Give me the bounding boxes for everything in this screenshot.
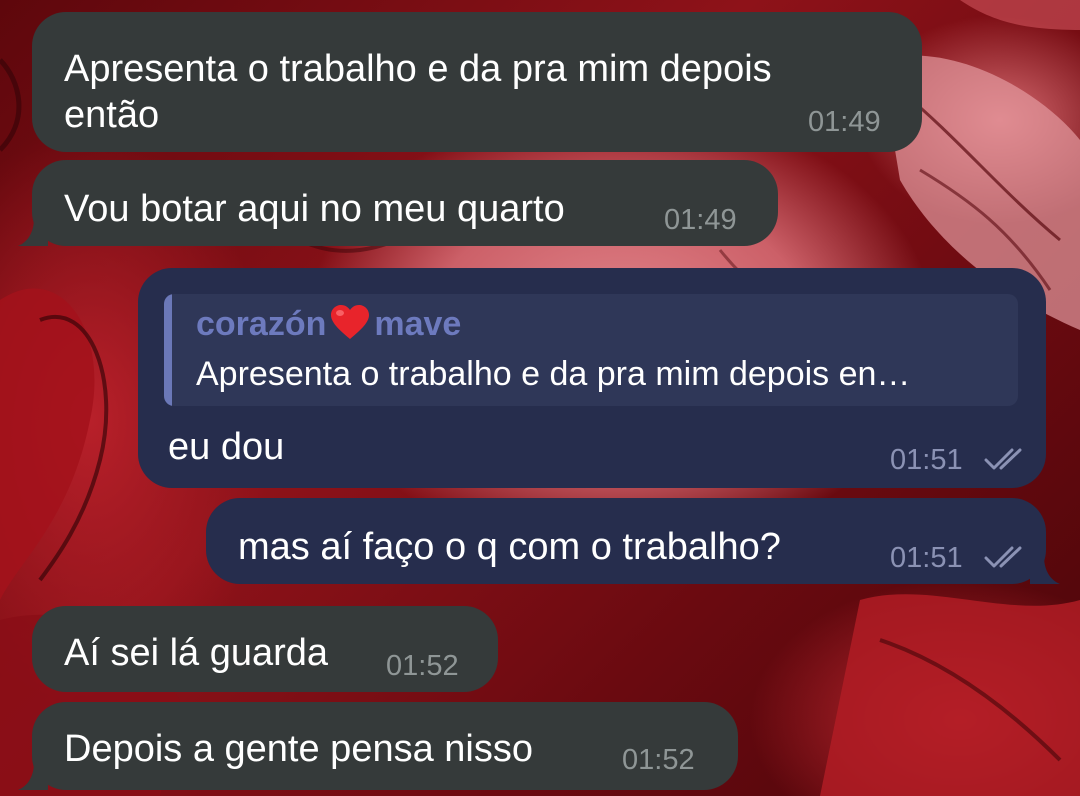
message-text: Depois a gente pensa nisso — [64, 728, 533, 770]
message-text: mas aí faço o q com o trabalho? — [238, 526, 781, 568]
reply-sender-name: corazón — [196, 305, 327, 343]
outgoing-message[interactable]: corazón mave Apresenta o trabalho e da pr… — [138, 268, 1046, 488]
incoming-message[interactable]: Aí sei lá guarda 01:52 — [32, 606, 498, 692]
message-timestamp: 01:51 — [890, 542, 963, 574]
message-timestamp: 01:49 — [808, 106, 881, 138]
message-text: Aí sei lá guarda — [64, 632, 329, 674]
outgoing-message[interactable]: mas aí faço o q com o trabalho? 01:51 — [206, 498, 1060, 584]
bubble-tail — [1030, 556, 1060, 584]
message-text: Apresenta o trabalho e da pra mim depois — [64, 48, 772, 90]
red-heart-icon — [330, 305, 370, 341]
bubble-tail — [18, 218, 48, 246]
incoming-message[interactable]: Apresenta o trabalho e da pra mim depois… — [32, 12, 922, 152]
reply-sender-name: mave — [374, 305, 462, 343]
reply-accent-bar — [164, 294, 172, 406]
message-text: então — [64, 94, 160, 136]
incoming-message[interactable]: Vou botar aqui no meu quarto 01:49 — [18, 160, 778, 246]
incoming-message[interactable]: Depois a gente pensa nisso 01:52 — [18, 702, 738, 790]
message-timestamp: 01:52 — [622, 744, 695, 776]
bubble-tail — [18, 762, 48, 790]
message-text: eu dou — [168, 426, 285, 468]
message-timestamp: 01:51 — [890, 444, 963, 476]
reply-quoted-text: Apresenta o trabalho e da pra mim depois… — [196, 355, 911, 393]
reply-sender: corazón mave — [196, 304, 461, 344]
double-check-icon — [984, 546, 1022, 568]
message-timestamp: 01:49 — [664, 204, 737, 236]
reply-preview[interactable]: corazón mave Apresenta o trabalho e da pr… — [164, 294, 1018, 406]
message-timestamp: 01:52 — [386, 650, 459, 682]
double-check-icon — [984, 448, 1022, 470]
message-text: Vou botar aqui no meu quarto — [64, 188, 565, 230]
